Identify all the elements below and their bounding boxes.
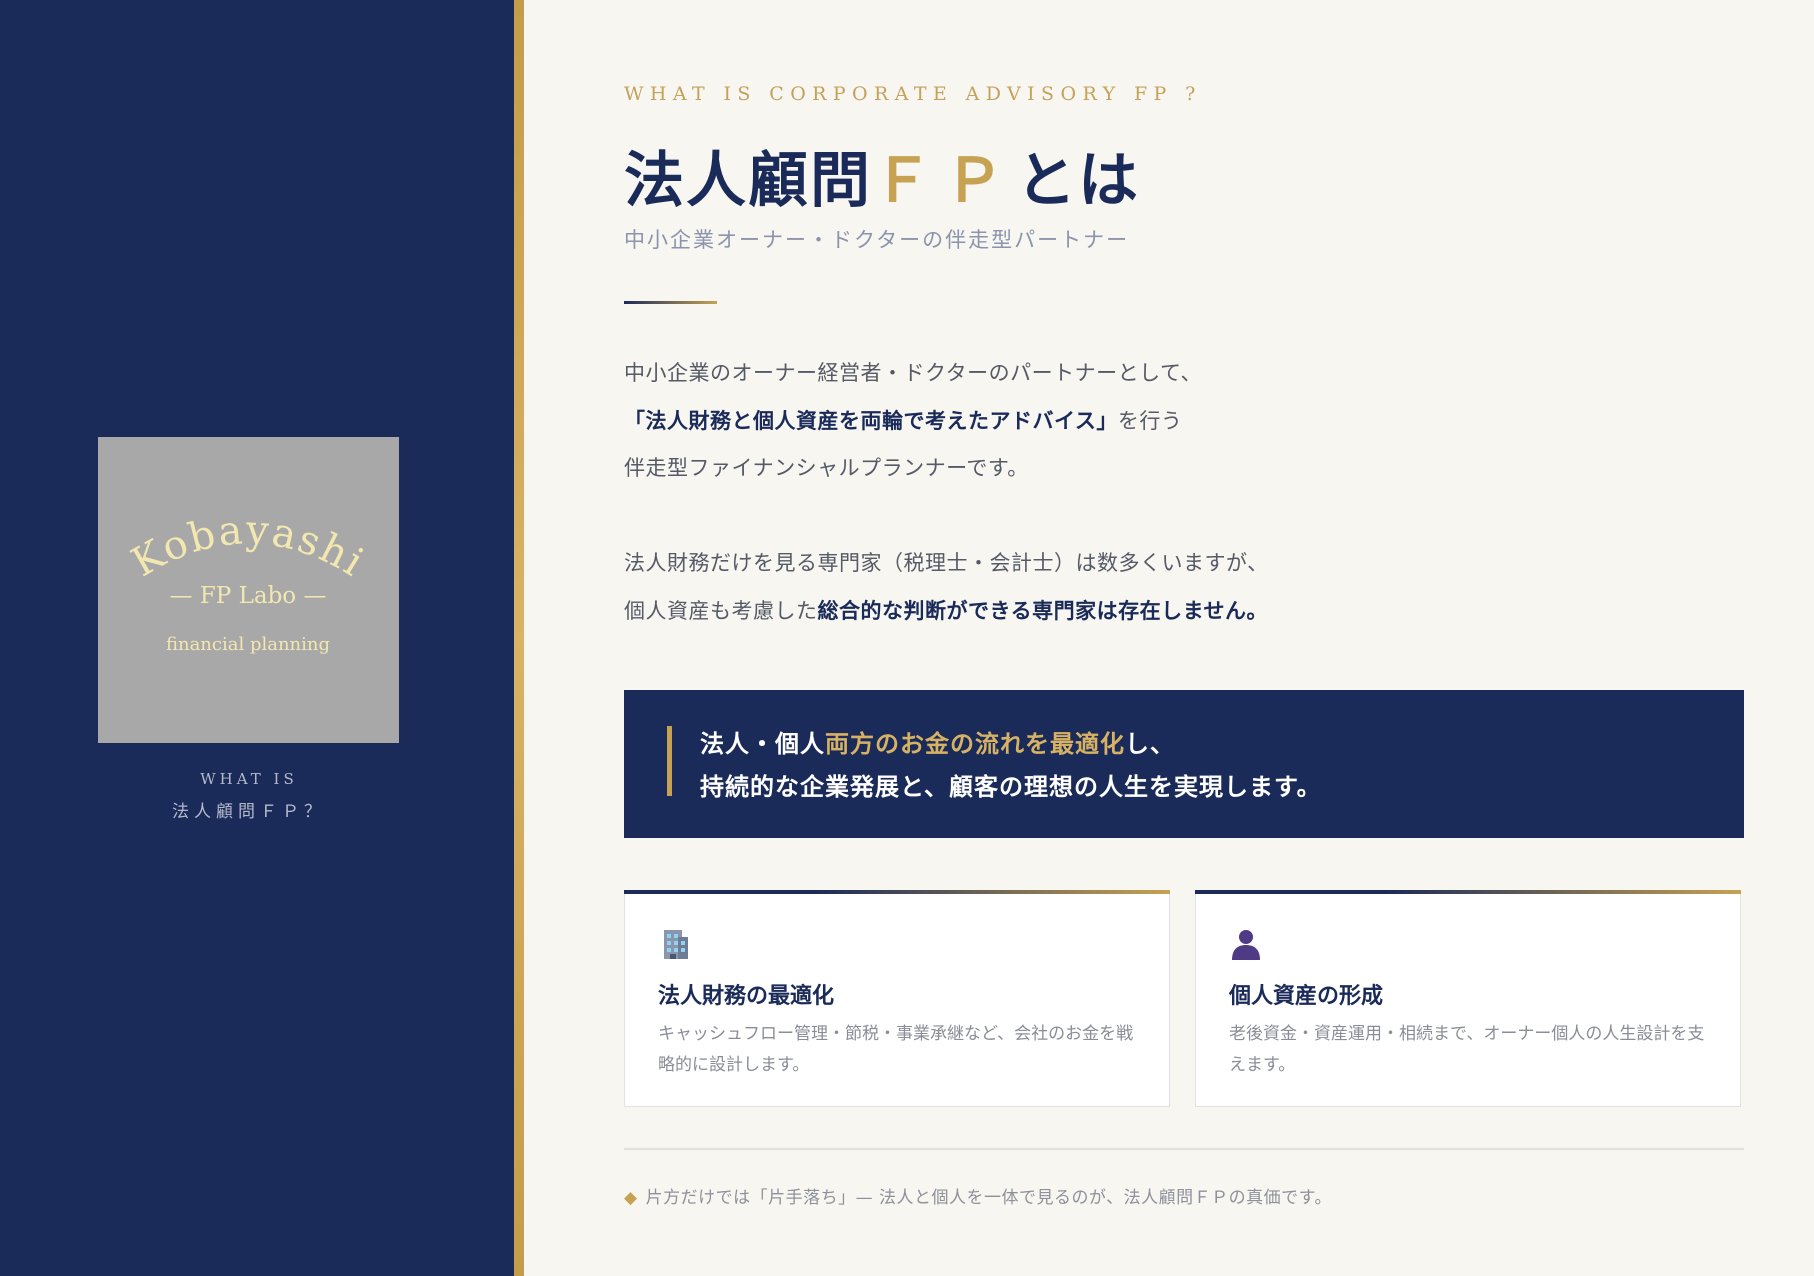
- title-underline: [624, 301, 717, 304]
- problem-line-2-plain: 個人資産も考慮した: [624, 598, 818, 623]
- logo-sub: — FP Labo —: [170, 583, 327, 609]
- office-building-icon: [664, 930, 688, 959]
- page-subtitle: 中小企業オーナー・ドクターの伴走型パートナー: [624, 228, 1130, 252]
- callout-line-2: 持続的な企業発展と、顧客の理想の人生を実現します。: [700, 772, 1322, 801]
- card-text: 老後資金・資産運用・相続まで、オーナー個人の人生設計を支えます。: [1229, 1024, 1705, 1075]
- title-accent: ＦＰ: [872, 146, 1016, 216]
- title-part2: とは: [1016, 146, 1140, 216]
- intro-line-3: 伴走型ファイナンシャルプランナーです。: [624, 456, 1029, 480]
- problem-line-1: 法人財務だけを見る専門家（税理士・会計士）は数多くいますが、: [624, 551, 1269, 575]
- callout-text: 法人・個人両方のお金の流れを最適化し、 持続的な企業発展と、顧客の理想の人生を実…: [700, 722, 1322, 808]
- callout-highlight: 両方のお金の流れを最適化: [825, 729, 1125, 758]
- person-silhouette-icon: [1232, 930, 1260, 960]
- intro-line-1: 中小企業のオーナー経営者・ドクターのパートナーとして、: [624, 361, 1202, 385]
- caption-en: WHAT IS: [200, 770, 298, 788]
- intro-emphasis: 「法人財務と個人資産を両輪で考えたアドバイス」: [624, 408, 1118, 433]
- mission-callout: 法人・個人両方のお金の流れを最適化し、 持続的な企業発展と、顧客の理想の人生を実…: [624, 690, 1744, 838]
- problem-line-2: 個人資産も考慮した総合的な判断ができる専門家は存在しません。: [624, 588, 1269, 636]
- diamond-icon: ◆: [624, 1188, 638, 1208]
- page-title: 法人顧問ＦＰとは: [624, 132, 1140, 219]
- footer-note-text: 片方だけでは「片手落ち」— 法人と個人を一体で見るのが、法人顧問ＦＰの真価です。: [645, 1188, 1332, 1208]
- card-title: 法人財務の最適化: [658, 983, 835, 1009]
- title-part1: 法人顧問: [624, 146, 872, 216]
- callout-line-1: 法人・個人両方のお金の流れを最適化し、: [700, 722, 1322, 765]
- svg-text:Kobayashi: Kobayashi: [124, 507, 373, 586]
- card-corporate-finance: 法人財務の最適化 キャッシュフロー管理・節税・事業承継など、会社のお金を戦略的に…: [624, 890, 1170, 1107]
- logo-caption: WHAT IS 法人顧問ＦＰ？: [0, 770, 498, 822]
- caption-jp: 法人顧問ＦＰ？: [172, 802, 326, 822]
- logo-name: Kobayashi: [124, 507, 371, 586]
- problem-emphasis: 総合的な判断ができる専門家は存在しません。: [817, 598, 1268, 623]
- logo[interactable]: Kobayashi — FP Labo — financial planning: [98, 437, 399, 743]
- gold-divider: [514, 0, 524, 1276]
- intro-line-2: 「法人財務と個人資産を両輪で考えたアドバイス」を行う: [624, 398, 1202, 446]
- card-text: キャッシュフロー管理・節税・事業承継など、会社のお金を戦略的に設計します。: [658, 1024, 1134, 1075]
- card-title: 個人資産の形成: [1229, 983, 1384, 1009]
- problem-paragraph: 法人財務だけを見る専門家（税理士・会計士）は数多くいますが、 個人資産も考慮した…: [624, 540, 1269, 635]
- callout-line-1-a: 法人・個人: [700, 729, 825, 758]
- footer-note: ◆ 片方だけでは「片手落ち」— 法人と個人を一体で見るのが、法人顧問ＦＰの真価です…: [624, 1183, 1332, 1208]
- callout-line-1-b: し、: [1125, 729, 1175, 758]
- card-personal-assets: 個人資産の形成 老後資金・資産運用・相続まで、オーナー個人の人生設計を支えます。: [1195, 890, 1741, 1107]
- logo-tagline: financial planning: [166, 634, 330, 655]
- intro-paragraph: 中小企業のオーナー経営者・ドクターのパートナーとして、 「法人財務と個人資産を両…: [624, 350, 1202, 493]
- sidebar: Kobayashi — FP Labo — financial planning…: [0, 0, 514, 1276]
- callout-accent-bar: [667, 726, 672, 796]
- intro-line-2-rest: を行う: [1117, 408, 1183, 433]
- logo-graphic: Kobayashi — FP Labo — financial planning: [124, 507, 373, 655]
- footer-divider: [624, 1148, 1744, 1150]
- eyebrow-label: WHAT IS CORPORATE ADVISORY FP ?: [624, 83, 1202, 105]
